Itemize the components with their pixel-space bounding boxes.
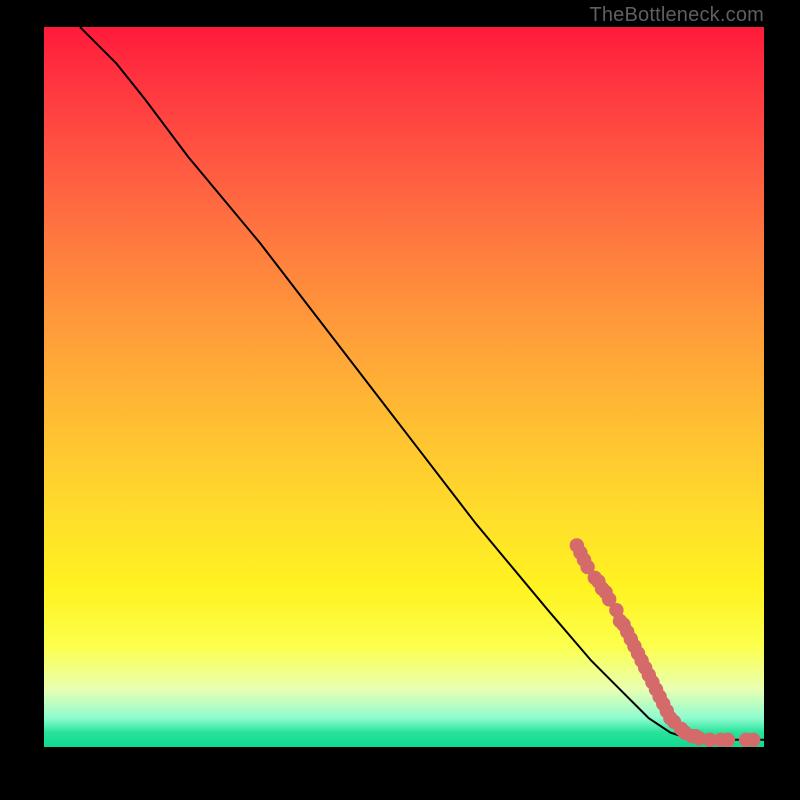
chart-frame: TheBottleneck.com — [0, 0, 800, 800]
data-marker — [746, 733, 760, 747]
watermark-text: TheBottleneck.com — [589, 4, 764, 27]
chart-svg — [44, 27, 764, 747]
plot-area — [44, 27, 764, 747]
data-marker — [721, 733, 735, 747]
bottleneck-curve — [80, 27, 764, 740]
data-markers — [570, 538, 761, 747]
